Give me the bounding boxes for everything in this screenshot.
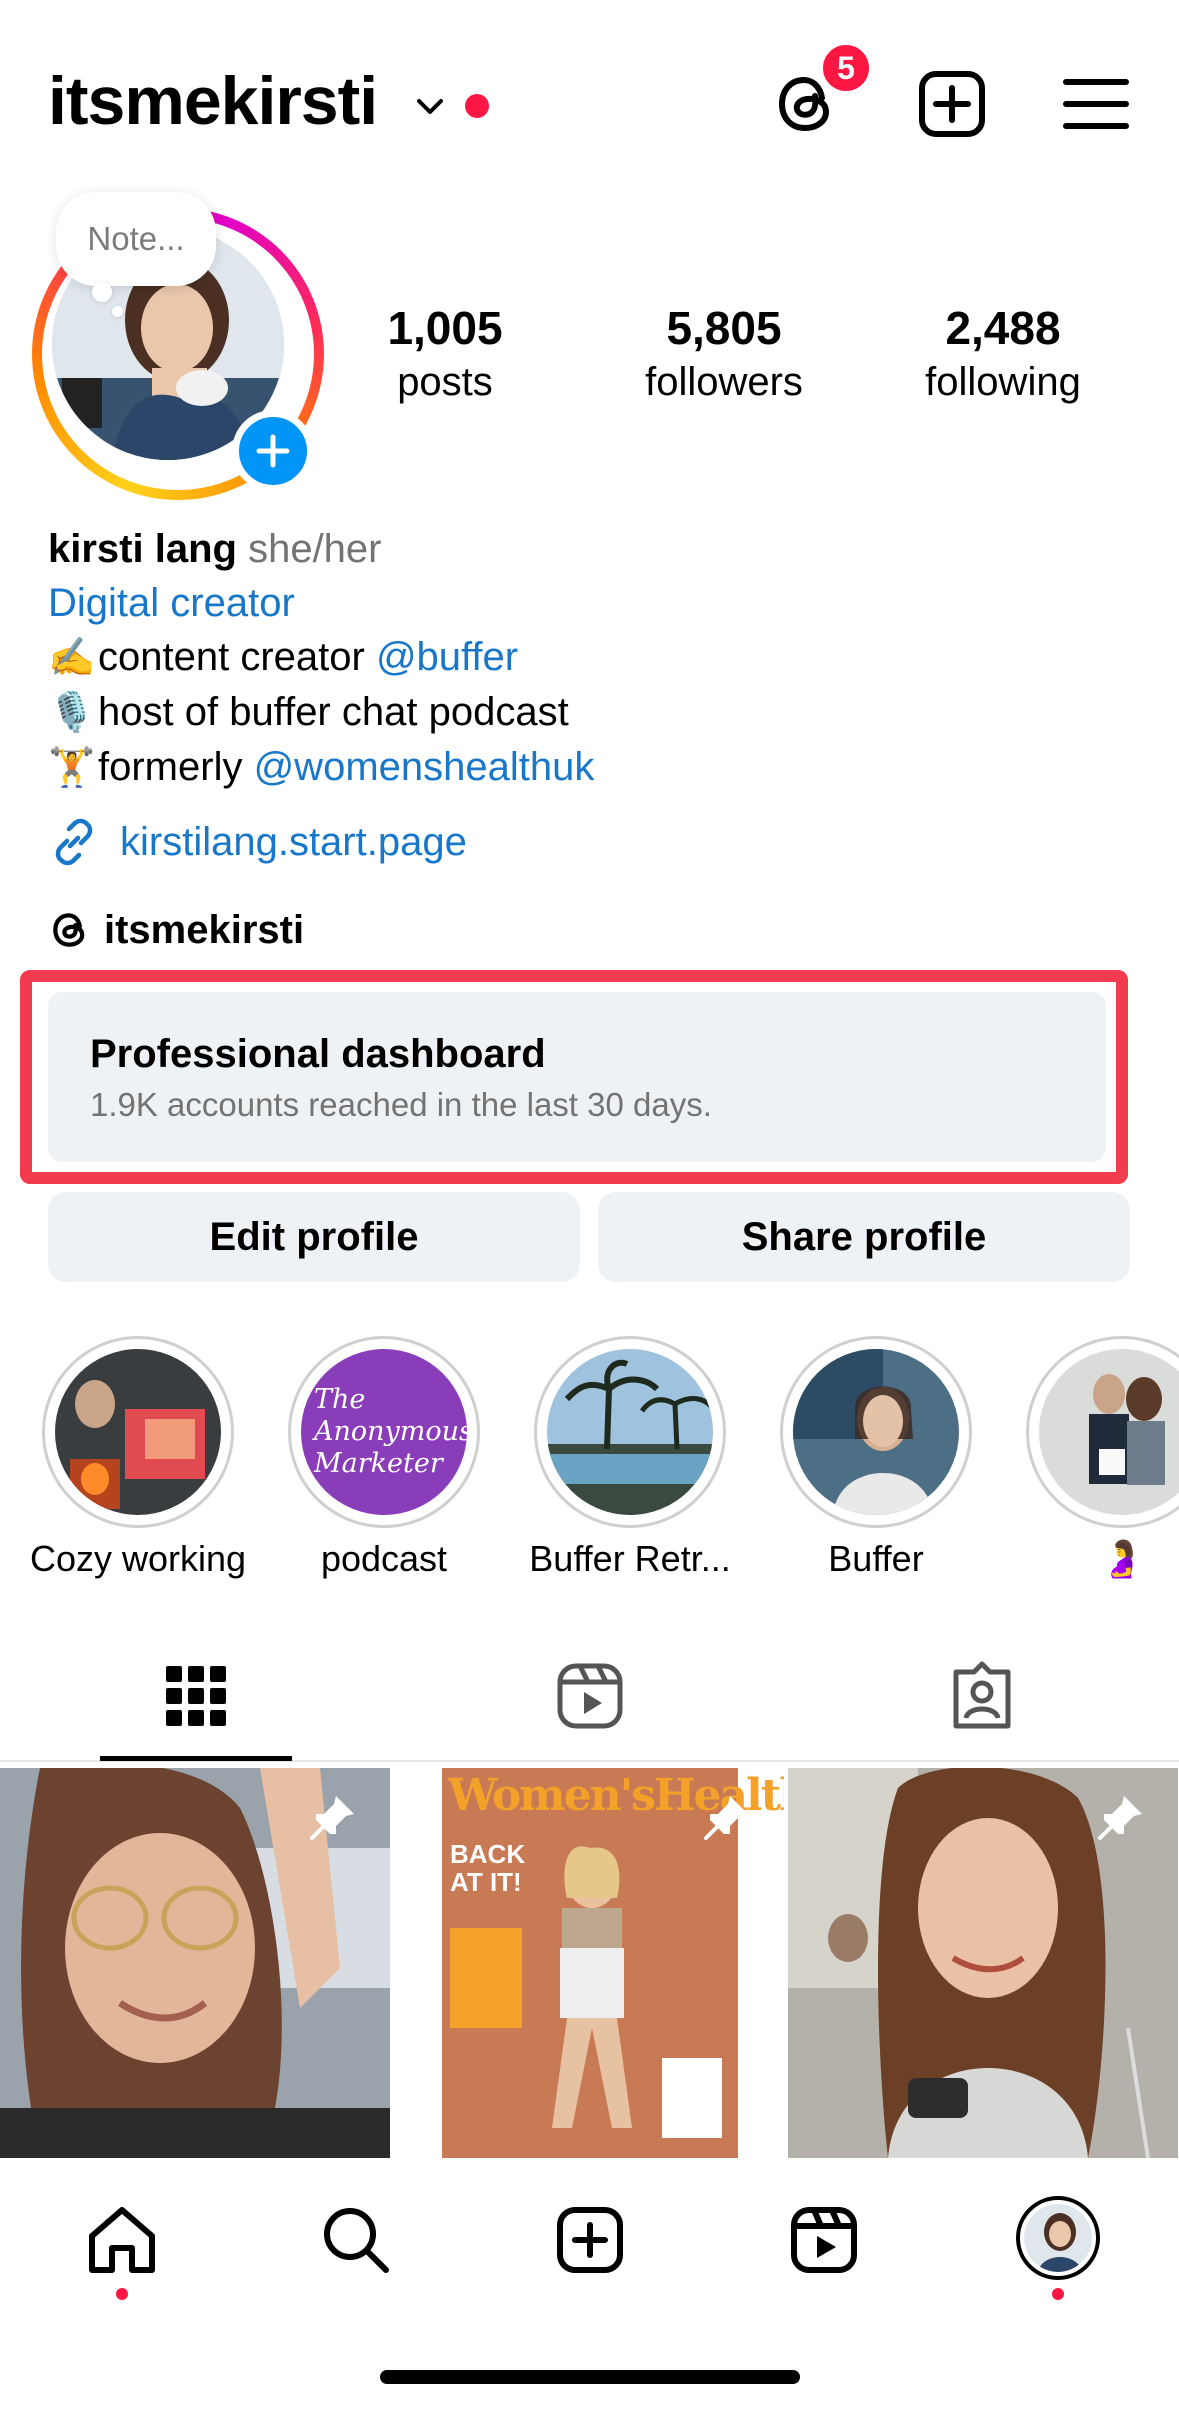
threads-icon [53,913,85,947]
highlight-label: 🤰 [1099,1538,1145,1579]
display-name: kirsti lang [48,527,237,571]
highlight-illustration [55,1349,221,1515]
post-thumbnail[interactable] [0,1768,390,2158]
active-tab-indicator [100,1756,292,1761]
story-highlight[interactable]: Buffer [778,1336,974,1579]
edit-profile-button[interactable]: Edit profile [48,1192,580,1282]
threads-profile-link[interactable]: itsmekirsti [48,902,304,958]
highlight-cover: The Anonymous Marketer [301,1349,467,1515]
account-notification-dot [465,94,489,118]
bio-text: content creator [98,635,376,679]
home-indicator [380,2370,800,2384]
add-story-button[interactable] [232,410,314,492]
magazine-cover: Women'sHealth BACK AT IT! [442,1768,784,2158]
bio-name-line: kirsti lang she/her [48,522,1148,576]
highlight-cover [547,1349,713,1515]
story-highlight[interactable]: The Anonymous Marketer podcast [286,1336,482,1579]
annotation-highlight-box [20,970,1128,1184]
share-profile-button[interactable]: Share profile [598,1192,1130,1282]
profile-category[interactable]: Digital creator [48,576,1148,630]
reels-icon[interactable] [784,2200,864,2280]
highlight-ring [534,1336,726,1528]
search-icon[interactable] [316,2200,396,2280]
top-bar: itsmekirsti 5 [0,0,1179,200]
story-highlight[interactable]: Cozy working [30,1336,246,1579]
highlight-ring: The Anonymous Marketer [288,1336,480,1528]
highlight-cover-text: The Anonymous Marketer [314,1384,467,1479]
highlight-cover [55,1349,221,1515]
highlight-cover [793,1349,959,1515]
profile-notification-dot [1052,2288,1064,2300]
stat-value: 5,805 [666,302,782,354]
bio-emoji: 🎙️ [48,692,96,734]
magazine-headline: BACK AT IT! [450,1839,526,1897]
stat-value: 2,488 [945,302,1061,354]
home-icon[interactable] [82,2200,162,2280]
threads-handle: itsmekirsti [104,907,305,952]
plus-icon [256,434,290,468]
chevron-down-icon[interactable] [414,90,446,122]
grid-icon[interactable] [160,1660,232,1732]
profile-link-text[interactable]: kirstilang.start.page [120,820,467,865]
bio-mention[interactable]: @buffer [376,635,518,679]
stat-posts[interactable]: 1,005 posts [325,300,565,406]
pin-icon [704,1796,748,1840]
bio-text: host of buffer chat podcast [98,690,569,734]
threads-badge: 5 [818,40,874,96]
profile-link[interactable]: kirstilang.start.page [48,812,467,872]
highlight-illustration [547,1349,713,1515]
highlight-cover [1039,1349,1179,1515]
tagged-icon[interactable] [946,1660,1018,1732]
stat-label: followers [645,360,803,404]
pronouns: she/her [248,527,382,571]
note-bubble-tail [92,282,112,302]
highlight-ring [42,1336,234,1528]
account-username[interactable]: itsmekirsti [48,62,378,140]
menu-icon[interactable] [1060,68,1132,140]
note-bubble-tail-small [112,306,123,317]
bio-mention[interactable]: @womenshealthuk [254,745,595,789]
stat-following[interactable]: 2,488 following [883,300,1123,406]
reels-tab-icon[interactable] [554,1660,626,1732]
profile-avatar[interactable] [1016,2196,1100,2280]
bio-text: formerly [98,745,254,789]
story-highlight[interactable]: Buffer Retr... [529,1336,731,1579]
highlight-ring [780,1336,972,1528]
bio-emoji: ✍️ [48,637,96,679]
highlight-ring [1026,1336,1179,1528]
bio-line: 🏋️formerly @womenshealthuk [48,740,1148,795]
bio-line: ✍️content creator @buffer [48,630,1148,685]
note-bubble[interactable]: Note... [56,192,216,286]
magazine-illustration [442,1768,738,2158]
create-icon[interactable] [550,2200,630,2280]
highlight-illustration [1039,1349,1179,1515]
new-post-icon[interactable] [916,68,988,140]
link-icon [55,818,93,866]
post-thumbnail[interactable]: Women'sHealth BACK AT IT! [394,1768,784,2158]
profile-bio: kirsti lang she/her Digital creator ✍️co… [48,522,1148,795]
nav-avatar-illustration [1024,2204,1092,2272]
stat-value: 1,005 [387,302,503,354]
bio-line: 🎙️host of buffer chat podcast [48,685,1148,740]
magazine-title: Women'sHealth [448,1770,784,1821]
stat-label: following [925,360,1081,404]
bio-emoji: 🏋️ [48,747,96,789]
pin-icon [1098,1796,1142,1840]
stat-followers[interactable]: 5,805 followers [604,300,844,406]
stat-label: posts [397,360,493,404]
post-thumbnail[interactable] [788,1768,1178,2158]
pin-icon [310,1796,354,1840]
home-notification-dot [116,2288,128,2300]
story-highlight[interactable]: 🤰 [1024,1336,1179,1579]
highlight-illustration [793,1349,959,1515]
